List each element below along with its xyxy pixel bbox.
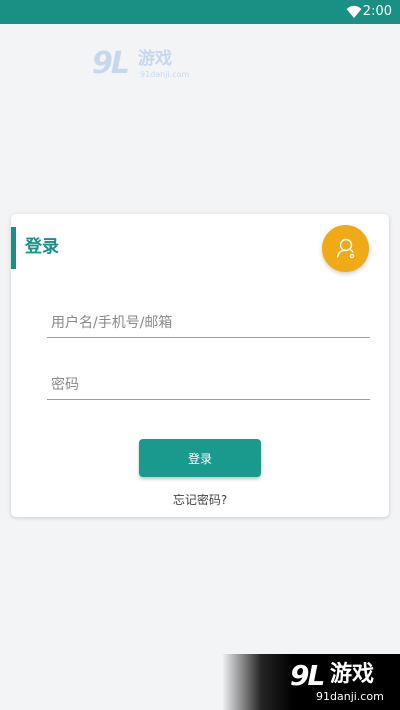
- watermark-mark: 9L: [290, 659, 325, 692]
- status-bar: 2:00: [0, 0, 400, 24]
- login-card: 登录 登录 忘记密码?: [11, 214, 389, 517]
- watermark-mark: 9L: [92, 46, 130, 81]
- watermark-site: 91danji.com: [316, 690, 384, 703]
- title-accent-bar: [11, 227, 16, 269]
- watermark-name: 游戏: [330, 662, 375, 687]
- watermark-name: 游戏: [138, 49, 172, 69]
- watermark-logo-bottom: 9L 游戏 91danji.com: [222, 654, 400, 710]
- status-time: 2:00: [362, 4, 392, 19]
- username-input[interactable]: [47, 308, 370, 338]
- user-search-button[interactable]: [322, 225, 369, 272]
- login-title: 登录: [25, 237, 59, 257]
- wifi-icon: [346, 5, 362, 18]
- login-button[interactable]: 登录: [139, 439, 261, 477]
- watermark-site: 91danji.com: [140, 70, 190, 79]
- forgot-password-link[interactable]: 忘记密码?: [11, 492, 389, 508]
- watermark-logo-top: 9L 游戏 91danji.com: [92, 46, 202, 86]
- password-input[interactable]: [47, 370, 370, 400]
- user-search-icon: [336, 238, 355, 259]
